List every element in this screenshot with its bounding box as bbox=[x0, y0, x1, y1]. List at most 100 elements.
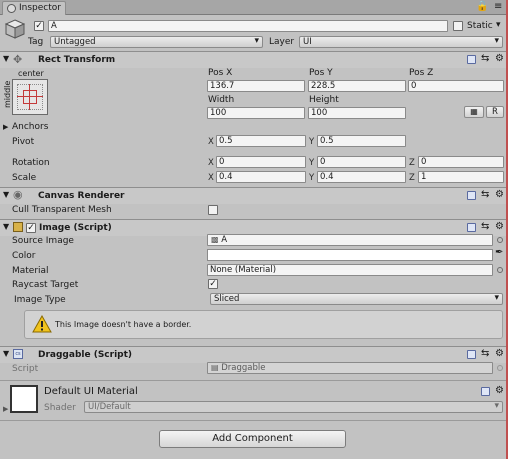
source-image-value: A bbox=[221, 235, 228, 245]
rotation-label: Rotation bbox=[12, 158, 50, 168]
pivot-x-letter: X bbox=[208, 137, 214, 147]
cull-transparent-mesh-checkbox[interactable] bbox=[208, 205, 218, 215]
help-book-icon[interactable] bbox=[467, 55, 476, 64]
pivot-label: Pivot bbox=[12, 137, 35, 147]
pos-z-label: Pos Z bbox=[409, 68, 434, 78]
rect-transform-icon: ✥ bbox=[13, 53, 23, 66]
tag-dropdown[interactable]: Untagged bbox=[50, 36, 263, 48]
object-picker-icon bbox=[497, 365, 503, 371]
scale-z-letter: Z bbox=[409, 173, 415, 183]
rotation-z-input[interactable]: 0 bbox=[418, 156, 504, 168]
height-input[interactable]: 100 bbox=[308, 107, 406, 119]
rect-transform-header[interactable]: ▼ ✥ Rect Transform ⇆ ⚙ bbox=[0, 51, 508, 68]
image-type-dropdown[interactable]: Sliced bbox=[210, 293, 503, 305]
pos-x-input[interactable]: 136.7 bbox=[207, 80, 305, 92]
shader-label: Shader bbox=[44, 403, 76, 413]
collapse-arrow-icon[interactable]: ▼ bbox=[3, 190, 9, 199]
gameobject-cube-icon bbox=[4, 18, 26, 40]
pivot-x-input[interactable]: 0.5 bbox=[216, 135, 306, 147]
pos-y-input[interactable]: 228.5 bbox=[308, 80, 406, 92]
image-title: Image (Script) bbox=[39, 223, 112, 233]
pos-z-input[interactable]: 0 bbox=[408, 80, 504, 92]
help-book-icon[interactable] bbox=[467, 223, 476, 232]
object-name-input[interactable]: A bbox=[48, 20, 448, 32]
material-preview bbox=[10, 385, 38, 413]
image-type-label: Image Type bbox=[14, 295, 66, 305]
collapse-arrow-icon[interactable]: ▼ bbox=[3, 222, 9, 231]
canvas-renderer-header[interactable]: ▼ ◉ Canvas Renderer ⇆ ⚙ bbox=[0, 187, 508, 204]
material-field[interactable]: None (Material) bbox=[207, 264, 493, 276]
anchor-presets-button[interactable] bbox=[12, 79, 48, 115]
rotation-x-input[interactable]: 0 bbox=[216, 156, 306, 168]
script-file-icon: ▤ bbox=[211, 363, 219, 372]
active-checkbox[interactable]: ✓ bbox=[34, 21, 44, 31]
anchor-vertical-label: middle bbox=[3, 80, 12, 108]
scale-x-input[interactable]: 0.4 bbox=[216, 171, 306, 183]
inspector-tab-bar: Inspector 🔒 ≡ bbox=[0, 0, 508, 15]
collapse-arrow-icon[interactable]: ▼ bbox=[3, 54, 9, 63]
object-picker-icon[interactable] bbox=[497, 237, 503, 243]
script-icon: cs bbox=[13, 349, 23, 359]
script-field: ▤ Draggable bbox=[207, 362, 493, 374]
help-book-icon[interactable] bbox=[467, 350, 476, 359]
image-component-icon bbox=[13, 222, 23, 232]
warning-text: This Image doesn't have a border. bbox=[55, 320, 192, 329]
component-gear-icon[interactable]: ⚙ bbox=[495, 222, 504, 232]
eyedropper-icon[interactable]: ✒ bbox=[495, 247, 503, 258]
component-gear-icon[interactable]: ⚙ bbox=[495, 349, 504, 359]
sprite-icon: ▩ bbox=[211, 235, 219, 244]
material-gear-icon[interactable]: ⚙ bbox=[495, 386, 504, 396]
preset-icon[interactable]: ⇆ bbox=[481, 348, 489, 359]
rect-transform-title: Rect Transform bbox=[38, 55, 116, 65]
inspector-tab[interactable]: Inspector bbox=[2, 1, 66, 15]
preset-icon[interactable]: ⇆ bbox=[481, 221, 489, 232]
anchors-label[interactable]: Anchors bbox=[12, 122, 48, 132]
scale-y-input[interactable]: 0.4 bbox=[317, 171, 406, 183]
inspector-info-icon bbox=[7, 4, 16, 13]
blueprint-mode-button[interactable]: ▦ bbox=[464, 106, 484, 118]
pivot-y-input[interactable]: 0.5 bbox=[317, 135, 406, 147]
anchors-foldout-arrow-icon[interactable]: ▶ bbox=[3, 123, 8, 131]
pos-x-label: Pos X bbox=[208, 68, 233, 78]
script-label: Script bbox=[12, 364, 39, 374]
draggable-header[interactable]: ▼ cs Draggable (Script) ⇆ ⚙ bbox=[0, 346, 508, 363]
help-book-icon[interactable] bbox=[481, 387, 490, 396]
cull-transparent-mesh-label: Cull Transparent Mesh bbox=[12, 205, 112, 215]
preset-icon[interactable]: ⇆ bbox=[481, 189, 489, 200]
anchor-horizontal-label: center bbox=[18, 69, 44, 78]
footer-separator bbox=[0, 420, 508, 421]
image-enabled-checkbox[interactable]: ✓ bbox=[26, 223, 36, 233]
collapse-arrow-icon[interactable]: ▼ bbox=[3, 349, 9, 358]
panel-menu-icon[interactable]: ≡ bbox=[494, 1, 502, 12]
object-picker-icon[interactable] bbox=[497, 267, 503, 273]
source-image-label: Source Image bbox=[12, 236, 74, 246]
preset-icon[interactable]: ⇆ bbox=[481, 53, 489, 64]
help-book-icon[interactable] bbox=[467, 191, 476, 200]
static-checkbox[interactable] bbox=[453, 21, 463, 31]
raw-edit-button[interactable]: R bbox=[486, 106, 504, 118]
anchor-center-icon bbox=[23, 90, 37, 104]
layer-dropdown[interactable]: UI bbox=[299, 36, 503, 48]
blueprint-icon: ▦ bbox=[470, 107, 478, 116]
panel-lock-icon[interactable]: 🔒 bbox=[476, 2, 488, 12]
component-gear-icon[interactable]: ⚙ bbox=[495, 190, 504, 200]
script-value: Draggable bbox=[221, 363, 266, 373]
raycast-target-label: Raycast Target bbox=[12, 280, 79, 290]
scale-z-input[interactable]: 1 bbox=[418, 171, 504, 183]
rotation-y-letter: Y bbox=[309, 158, 315, 168]
material-foldout-arrow-icon[interactable]: ▶ bbox=[3, 405, 8, 413]
rotation-z-letter: Z bbox=[409, 158, 415, 168]
rotation-y-input[interactable]: 0 bbox=[317, 156, 406, 168]
tag-label: Tag bbox=[28, 37, 44, 47]
add-component-button[interactable]: Add Component bbox=[159, 430, 346, 448]
width-input[interactable]: 100 bbox=[207, 107, 305, 119]
static-label: Static bbox=[467, 21, 493, 31]
pos-y-label: Pos Y bbox=[309, 68, 333, 78]
color-swatch[interactable] bbox=[207, 249, 493, 261]
canvas-renderer-icon: ◉ bbox=[13, 188, 23, 201]
anchor-hline bbox=[17, 96, 43, 97]
raycast-target-checkbox[interactable]: ✓ bbox=[208, 279, 218, 289]
source-image-field[interactable]: ▩ A bbox=[207, 234, 493, 246]
static-dropdown-arrow-icon[interactable]: ▾ bbox=[496, 20, 501, 30]
component-gear-icon[interactable]: ⚙ bbox=[495, 54, 504, 64]
